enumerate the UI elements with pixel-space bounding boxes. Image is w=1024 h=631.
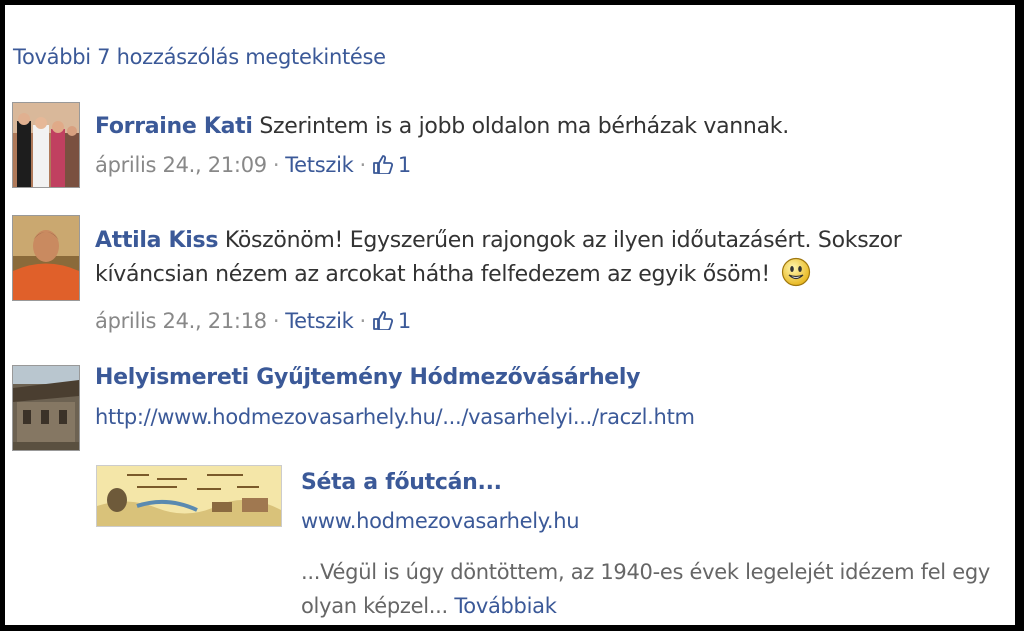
comment-meta: április 24., 21:18 · Tetszik · 1 [95, 309, 411, 333]
like-count-value: 1 [397, 309, 411, 333]
like-count-value: 1 [397, 153, 411, 177]
shared-url-link[interactable]: http://www.hodmezovasarhely.hu/.../vasar… [95, 405, 695, 429]
shared-page-name-link[interactable]: Helyismereti Gyűjtemény Hódmezővásárhely [95, 365, 641, 390]
separator-dot: · [359, 309, 367, 333]
comment-author-link[interactable]: Forraine Kati [95, 114, 253, 139]
avatar-image [13, 366, 79, 450]
separator-dot: · [272, 309, 280, 333]
view-more-comments-link[interactable]: További 7 hozzászólás megtekintése [13, 45, 386, 69]
preview-domain-link[interactable]: www.hodmezovasarhely.hu [301, 509, 580, 533]
preview-thumbnail [97, 466, 281, 526]
comment-text: Szerintem is a jobb oldalon ma bérházak … [259, 114, 789, 139]
preview-description: ...Végül is úgy döntöttem, az 1940-es év… [301, 555, 991, 623]
smiley-icon [781, 257, 810, 287]
like-button[interactable]: Tetszik [285, 153, 354, 177]
avatar[interactable] [12, 215, 80, 301]
separator-dot: · [272, 153, 280, 177]
comment-author-link[interactable]: Attila Kiss [95, 228, 218, 253]
avatar[interactable] [12, 102, 80, 188]
like-count[interactable]: 1 [372, 153, 411, 177]
separator-dot: · [359, 153, 367, 177]
like-count[interactable]: 1 [372, 309, 411, 333]
page-avatar[interactable] [12, 365, 80, 451]
comments-panel: További 7 hozzászólás megtekintése Forra… [5, 5, 1015, 625]
comment-body: Attila Kiss Köszönöm! Egyszerűen rajongo… [95, 224, 975, 291]
preview-title-link[interactable]: Séta a főutcán... [301, 470, 502, 495]
see-more-link[interactable]: Továbbiak [454, 594, 557, 618]
like-button[interactable]: Tetszik [285, 309, 354, 333]
thumbs-up-icon [372, 155, 393, 174]
comment-meta: április 24., 21:09 · Tetszik · 1 [95, 153, 411, 177]
link-preview-image[interactable] [96, 465, 282, 527]
avatar-image [13, 103, 79, 187]
thumbs-up-icon [372, 311, 393, 330]
preview-description-text: ...Végül is úgy döntöttem, az 1940-es év… [301, 560, 990, 618]
comment-timestamp[interactable]: április 24., 21:18 [95, 309, 267, 333]
comment-body: Forraine Kati Szerintem is a jobb oldalo… [95, 110, 975, 143]
comment-timestamp[interactable]: április 24., 21:09 [95, 153, 267, 177]
avatar-image [13, 216, 79, 300]
